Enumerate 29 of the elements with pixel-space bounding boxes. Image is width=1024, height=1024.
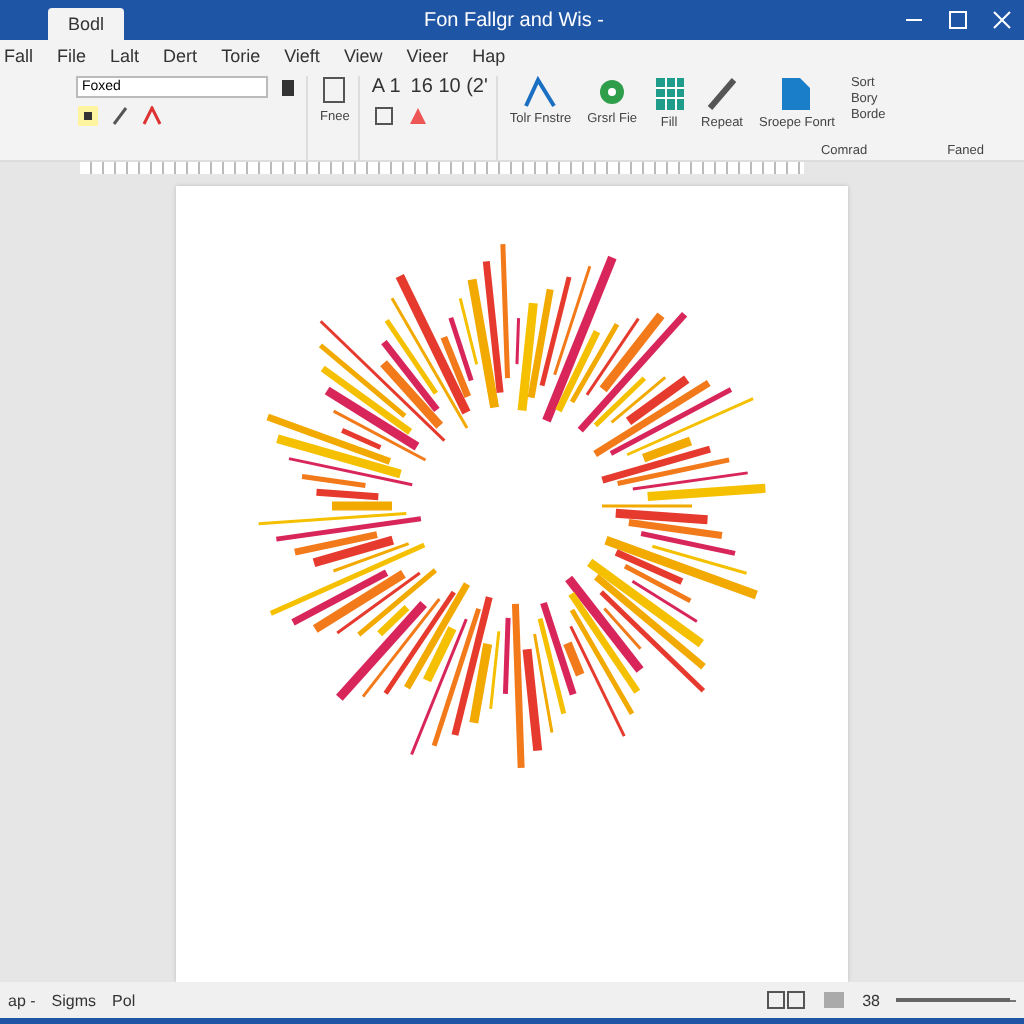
window-title: Fon Fallgr and Wis - (421, 9, 607, 31)
menu-item[interactable]: Torie (221, 46, 261, 66)
layout-icon[interactable] (766, 990, 807, 1010)
document-icon[interactable] (780, 76, 813, 112)
menu-item[interactable]: Lalt (110, 46, 140, 66)
fill-icon[interactable] (405, 104, 430, 128)
table-icon[interactable] (653, 76, 686, 112)
close-icon[interactable] (992, 10, 1012, 30)
page-icon[interactable] (320, 76, 348, 104)
menu-item[interactable]: Fall (4, 46, 34, 66)
menu-item[interactable]: View (343, 46, 383, 66)
shape-icon[interactable] (371, 104, 396, 128)
menu-item[interactable]: Hap (472, 46, 506, 66)
zoom-level: 38 (862, 991, 880, 1009)
pencil-icon[interactable] (110, 106, 130, 126)
size-numbers: 16 10 (2' (410, 76, 488, 98)
menu-item[interactable]: File (57, 46, 87, 66)
highlight-icon[interactable] (76, 104, 100, 128)
status-item[interactable]: Sigms (51, 991, 97, 1009)
status-item[interactable]: ap - (8, 991, 36, 1009)
status-item[interactable]: Pol (112, 991, 136, 1009)
document-tab[interactable]: Bodl (48, 8, 125, 40)
menu-item[interactable]: Vieer (406, 46, 449, 66)
font-size-field[interactable]: A 1 (371, 76, 401, 98)
pen-icon[interactable] (706, 76, 739, 112)
maximize-icon[interactable] (948, 10, 968, 30)
menu-item[interactable]: Vieft (284, 46, 320, 66)
menu-item[interactable]: Dert (163, 46, 198, 66)
text-effects-icon[interactable] (522, 76, 559, 108)
